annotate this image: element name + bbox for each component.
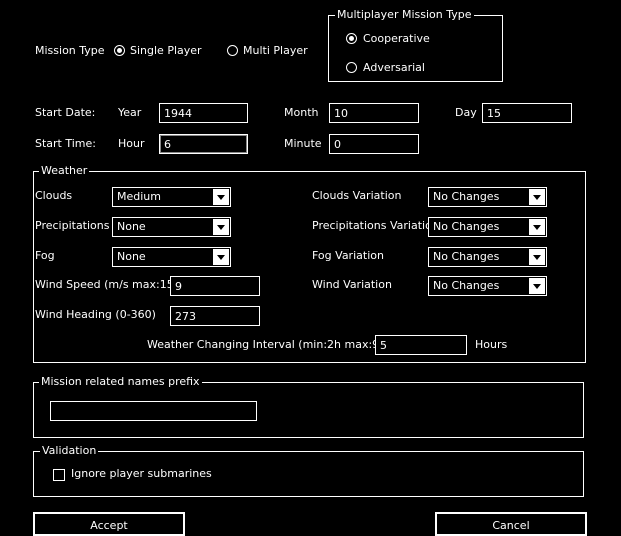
minute-label: Minute xyxy=(284,137,322,150)
clouds-variation-value: No Changes xyxy=(433,190,500,203)
wind-variation-label: Wind Variation xyxy=(312,278,392,291)
adversarial-label[interactable]: Adversarial xyxy=(363,61,425,75)
month-label: Month xyxy=(284,106,319,119)
precipitations-select[interactable]: None xyxy=(112,217,231,237)
precipitations-variation-select[interactable]: No Changes xyxy=(428,217,547,237)
chevron-down-icon[interactable] xyxy=(529,219,545,235)
month-input[interactable] xyxy=(329,103,419,123)
precipitations-label: Precipitations xyxy=(35,219,110,232)
multiplayer-type-legend: Multiplayer Mission Type xyxy=(335,8,474,21)
single-player-label[interactable]: Single Player xyxy=(130,44,202,58)
wind-speed-label: Wind Speed (m/s max:15) xyxy=(35,278,179,291)
accept-button[interactable]: Accept xyxy=(33,512,185,536)
fog-variation-select[interactable]: No Changes xyxy=(428,247,547,267)
fog-select[interactable]: None xyxy=(112,247,231,267)
weather-interval-input[interactable] xyxy=(375,335,467,355)
cooperative-radio[interactable] xyxy=(346,33,357,44)
multi-player-radio[interactable] xyxy=(227,45,238,56)
names-prefix-legend: Mission related names prefix xyxy=(39,375,202,388)
chevron-down-icon[interactable] xyxy=(529,278,545,294)
start-time-label: Start Time: xyxy=(35,137,96,150)
ignore-submarines-label[interactable]: Ignore player submarines xyxy=(71,467,212,481)
chevron-down-icon[interactable] xyxy=(529,189,545,205)
clouds-select[interactable]: Medium xyxy=(112,187,231,207)
year-label: Year xyxy=(118,106,142,119)
fog-variation-label: Fog Variation xyxy=(312,249,384,262)
multi-player-label[interactable]: Multi Player xyxy=(243,44,308,58)
hour-input[interactable] xyxy=(159,134,248,154)
wind-heading-label: Wind Heading (0-360) xyxy=(35,308,156,321)
cooperative-label[interactable]: Cooperative xyxy=(363,32,430,46)
day-label: Day xyxy=(455,106,477,119)
wind-variation-value: No Changes xyxy=(433,279,500,292)
precipitations-variation-label: Precipitations Variation xyxy=(312,219,439,232)
hour-label: Hour xyxy=(118,137,145,150)
precipitations-variation-value: No Changes xyxy=(433,220,500,233)
adversarial-radio[interactable] xyxy=(346,62,357,73)
cancel-button[interactable]: Cancel xyxy=(435,512,587,536)
clouds-value: Medium xyxy=(117,190,161,203)
wind-heading-input[interactable] xyxy=(170,306,260,326)
weather-interval-label: Weather Changing Interval (min:2h max:96… xyxy=(147,338,398,351)
single-player-radio[interactable] xyxy=(114,45,125,56)
minute-input[interactable] xyxy=(329,134,419,154)
weather-interval-unit: Hours xyxy=(475,338,508,351)
clouds-variation-label: Clouds Variation xyxy=(312,189,402,202)
mission-type-label: Mission Type xyxy=(35,44,105,57)
ignore-submarines-checkbox[interactable] xyxy=(53,469,65,481)
year-input[interactable] xyxy=(159,103,248,123)
start-date-label: Start Date: xyxy=(35,106,96,119)
precipitations-value: None xyxy=(117,220,146,233)
fog-value: None xyxy=(117,250,146,263)
chevron-down-icon[interactable] xyxy=(213,219,229,235)
validation-legend: Validation xyxy=(40,444,99,457)
chevron-down-icon[interactable] xyxy=(213,189,229,205)
weather-legend: Weather xyxy=(39,164,90,177)
chevron-down-icon[interactable] xyxy=(213,249,229,265)
clouds-label: Clouds xyxy=(35,189,73,202)
names-prefix-input[interactable] xyxy=(50,401,257,421)
chevron-down-icon[interactable] xyxy=(529,249,545,265)
clouds-variation-select[interactable]: No Changes xyxy=(428,187,547,207)
fog-variation-value: No Changes xyxy=(433,250,500,263)
wind-variation-select[interactable]: No Changes xyxy=(428,276,547,296)
wind-speed-input[interactable] xyxy=(170,276,260,296)
day-input[interactable] xyxy=(482,103,572,123)
fog-label: Fog xyxy=(35,249,55,262)
